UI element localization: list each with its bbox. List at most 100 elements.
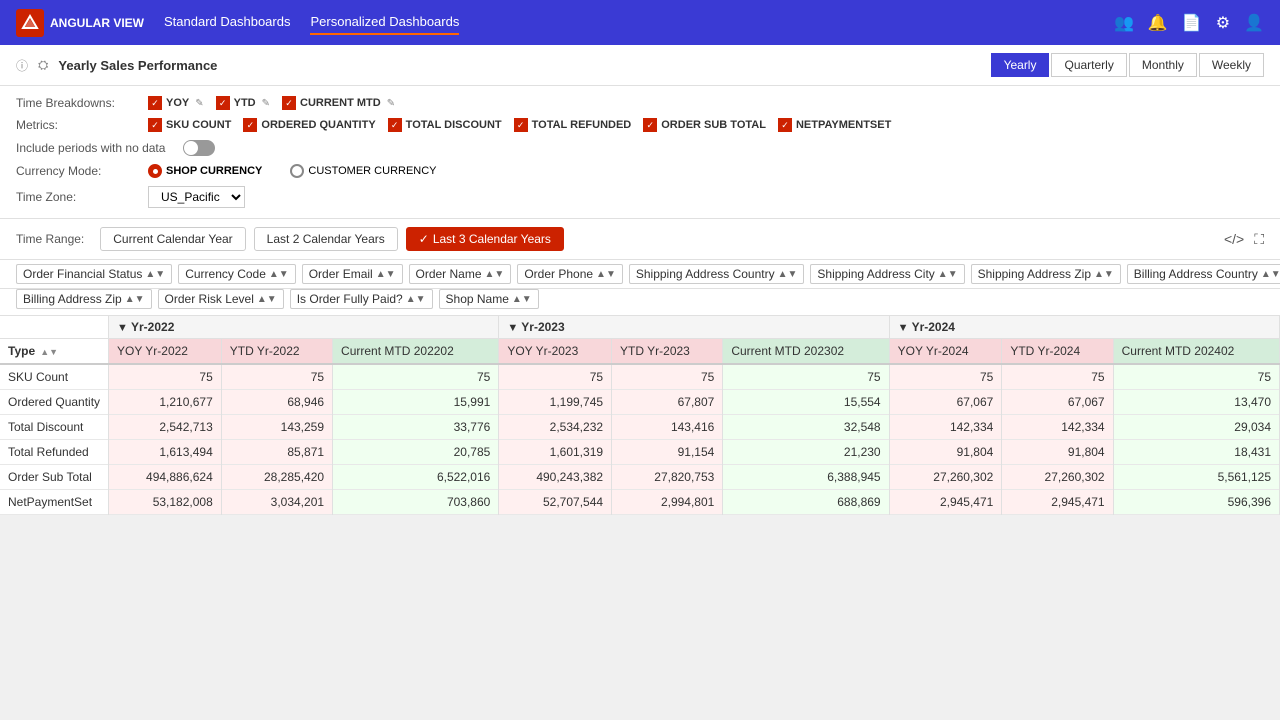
- checkbox-netpaymentset[interactable]: ✓ NETPAYMENTSET: [778, 118, 891, 132]
- checkbox-sku-count[interactable]: ✓ SKU COUNT: [148, 118, 231, 132]
- nav-links: Standard Dashboards Personalized Dashboa…: [164, 10, 1094, 35]
- nav-personalized-dashboards[interactable]: Personalized Dashboards: [310, 10, 459, 35]
- chip-shipping-zip[interactable]: Shipping Address Zip ▲▼: [971, 264, 1121, 284]
- col-ytd-2024[interactable]: YTD Yr-2024: [1002, 339, 1113, 365]
- timezone-row: Time Zone: US_Pacific: [16, 186, 1264, 208]
- checkbox-current-mtd[interactable]: ✓ CURRENT MTD ✎: [282, 96, 395, 110]
- tab-weekly[interactable]: Weekly: [1199, 53, 1264, 77]
- checkbox-total-discount[interactable]: ✓ TOTAL DISCOUNT: [388, 118, 502, 132]
- checkbox-total-refunded[interactable]: ✓ TOTAL REFUNDED: [514, 118, 632, 132]
- chip-sort-icon: ▲▼: [269, 269, 289, 280]
- bell-icon[interactable]: 🔔: [1148, 13, 1168, 33]
- data-cell: 75: [221, 364, 332, 390]
- cb-ost-box: ✓: [643, 118, 657, 132]
- chip-order-risk[interactable]: Order Risk Level ▲▼: [158, 289, 284, 309]
- col-yoy-2024[interactable]: YOY Yr-2024: [889, 339, 1002, 365]
- chip-shop-name[interactable]: Shop Name ▲▼: [439, 289, 539, 309]
- metrics-row: Metrics: ✓ SKU COUNT ✓ ORDERED QUANTITY …: [16, 118, 1264, 132]
- clipboard-icon[interactable]: 📄: [1182, 13, 1202, 33]
- chip-order-phone[interactable]: Order Phone ▲▼: [517, 264, 623, 284]
- checkbox-ordered-qty[interactable]: ✓ ORDERED QUANTITY: [243, 118, 375, 132]
- table-row: Ordered Quantity1,210,67768,94615,9911,1…: [0, 390, 1280, 415]
- data-cell: 91,804: [1002, 440, 1113, 465]
- chip-sort-icon: ▲▼: [145, 269, 165, 280]
- edit-yoy-icon[interactable]: ✎: [195, 98, 203, 109]
- chip-label: Order Risk Level: [165, 292, 254, 306]
- chip-currency-code[interactable]: Currency Code ▲▼: [178, 264, 296, 284]
- chip-label: Order Financial Status: [23, 267, 142, 281]
- checkbox-yoy[interactable]: ✓ YOY ✎: [148, 96, 204, 110]
- user-icon[interactable]: 👤: [1244, 13, 1264, 33]
- help-icon[interactable]: ⓘ: [16, 57, 28, 74]
- data-cell: 1,210,677: [109, 390, 222, 415]
- data-cell: 75: [1002, 364, 1113, 390]
- chip-sort-icon: ▲▼: [778, 269, 798, 280]
- chip-label: Shop Name: [446, 292, 509, 306]
- col-ytd-2022[interactable]: YTD Yr-2022: [221, 339, 332, 365]
- edit-ytd-icon[interactable]: ✎: [262, 98, 270, 109]
- chip-order-email[interactable]: Order Email ▲▼: [302, 264, 403, 284]
- nav-standard-dashboards[interactable]: Standard Dashboards: [164, 10, 290, 35]
- checkbox-order-sub-total[interactable]: ✓ ORDER SUB TOTAL: [643, 118, 766, 132]
- data-table-container: ▼ Yr-2022 ▼ Yr-2023 ▼ Yr-2024 Type ▲▼ YO…: [0, 316, 1280, 515]
- chip-fully-paid[interactable]: Is Order Fully Paid? ▲▼: [290, 289, 433, 309]
- no-data-toggle[interactable]: [183, 140, 215, 156]
- data-cell: 52,707,544: [499, 490, 612, 515]
- data-cell: 6,522,016: [333, 465, 499, 490]
- col-yoy-2022[interactable]: YOY Yr-2022: [109, 339, 222, 365]
- data-cell: 3,034,201: [221, 490, 332, 515]
- data-cell: 703,860: [333, 490, 499, 515]
- table-row: Order Sub Total494,886,62428,285,4206,52…: [0, 465, 1280, 490]
- row-type-cell: Order Sub Total: [0, 465, 109, 490]
- expand-icon[interactable]: ⛶: [1254, 231, 1264, 248]
- range-last-3-years[interactable]: ✓Last 3 Calendar Years: [406, 227, 564, 251]
- no-data-label: Include periods with no data: [16, 141, 165, 155]
- data-cell: 13,470: [1113, 390, 1279, 415]
- checkbox-ytd[interactable]: ✓ YTD ✎: [216, 96, 270, 110]
- col-yoy-2023[interactable]: YOY Yr-2023: [499, 339, 612, 365]
- chip-shipping-city[interactable]: Shipping Address City ▲▼: [810, 264, 964, 284]
- data-cell: 67,807: [612, 390, 723, 415]
- col-ytd-2023[interactable]: YTD Yr-2023: [612, 339, 723, 365]
- range-last-2-years[interactable]: Last 2 Calendar Years: [254, 227, 398, 251]
- cb-td-box: ✓: [388, 118, 402, 132]
- col-header-row: Type ▲▼ YOY Yr-2022 YTD Yr-2022 Current …: [0, 339, 1280, 365]
- data-cell: 33,776: [333, 415, 499, 440]
- chip-shipping-country[interactable]: Shipping Address Country ▲▼: [629, 264, 805, 284]
- row-type-cell: Total Refunded: [0, 440, 109, 465]
- row-type-cell: SKU Count: [0, 364, 109, 390]
- chip-billing-zip[interactable]: Billing Address Zip ▲▼: [16, 289, 152, 309]
- tab-quarterly[interactable]: Quarterly: [1051, 53, 1126, 77]
- data-cell: 21,230: [723, 440, 889, 465]
- col-type[interactable]: Type ▲▼: [0, 339, 109, 365]
- cb-oq-label: ORDERED QUANTITY: [261, 119, 375, 131]
- sliders-icon[interactable]: ⚙: [1216, 13, 1230, 33]
- radio-shop-currency[interactable]: SHOP CURRENCY: [148, 164, 262, 178]
- col-mtd-2024[interactable]: Current MTD 202402: [1113, 339, 1279, 365]
- data-cell: 29,034: [1113, 415, 1279, 440]
- logo[interactable]: ANGULAR VIEW: [16, 9, 144, 37]
- table-row: Total Discount2,542,713143,25933,7762,53…: [0, 415, 1280, 440]
- chip-billing-country[interactable]: Billing Address Country ▲▼: [1127, 264, 1280, 284]
- data-cell: 20,785: [333, 440, 499, 465]
- yr2023-header: ▼ Yr-2023: [499, 316, 889, 339]
- checkbox-yoy-box: ✓: [148, 96, 162, 110]
- settings-icon[interactable]: ⛭: [38, 57, 48, 73]
- tab-yearly[interactable]: Yearly: [991, 53, 1050, 77]
- edit-mtd-icon[interactable]: ✎: [387, 98, 395, 109]
- chip-order-financial-status[interactable]: Order Financial Status ▲▼: [16, 264, 172, 284]
- radio-customer-currency[interactable]: CUSTOMER CURRENCY: [290, 164, 436, 178]
- timezone-select[interactable]: US_Pacific: [148, 186, 245, 208]
- users-icon[interactable]: 👥: [1114, 13, 1134, 33]
- tab-monthly[interactable]: Monthly: [1129, 53, 1197, 77]
- col-mtd-2022[interactable]: Current MTD 202202: [333, 339, 499, 365]
- chip-label: Order Name: [416, 267, 482, 281]
- range-current-year[interactable]: Current Calendar Year: [100, 227, 245, 251]
- chip-order-name[interactable]: Order Name ▲▼: [409, 264, 512, 284]
- time-breakdowns-label: Time Breakdowns:: [16, 96, 136, 110]
- cb-tr-box: ✓: [514, 118, 528, 132]
- data-cell: 85,871: [221, 440, 332, 465]
- logo-text: ANGULAR VIEW: [50, 16, 144, 30]
- code-icon[interactable]: </>: [1224, 231, 1244, 248]
- col-mtd-2023[interactable]: Current MTD 202302: [723, 339, 889, 365]
